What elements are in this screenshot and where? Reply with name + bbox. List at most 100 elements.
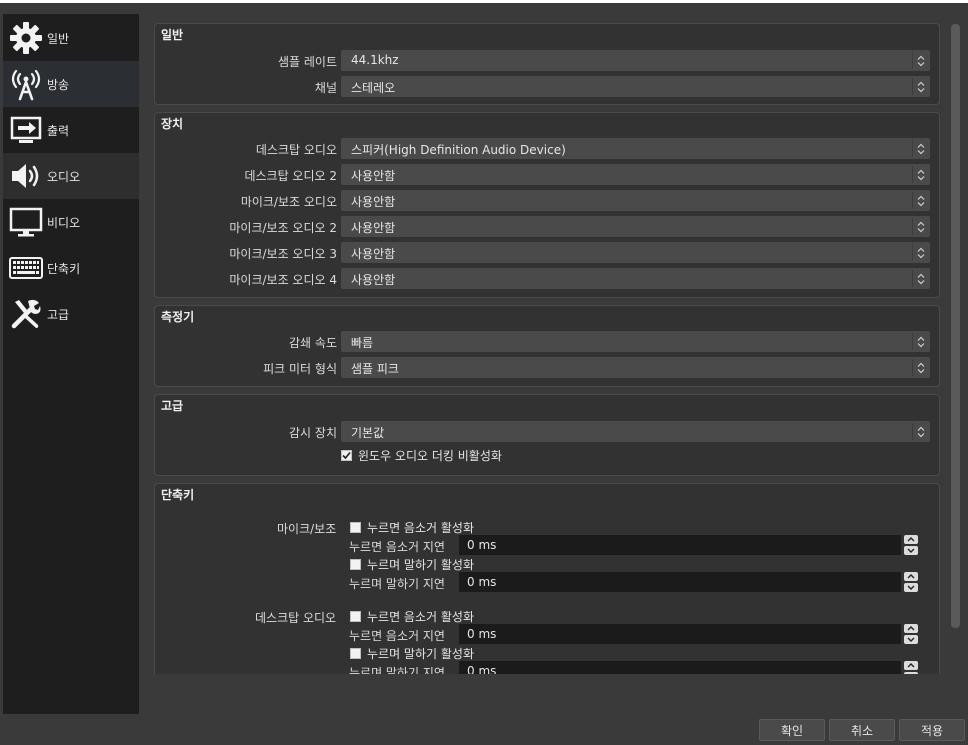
push-to-talk-checkbox-row[interactable]: 누르며 말하기 활성화 bbox=[350, 556, 474, 572]
ok-button[interactable]: 확인 bbox=[759, 719, 825, 741]
spin-down-icon[interactable] bbox=[904, 546, 918, 555]
spin-down-icon[interactable] bbox=[904, 672, 918, 674]
device-value: 스피커(High Definition Audio Device) bbox=[351, 143, 566, 157]
gear-icon bbox=[6, 15, 46, 61]
push-to-mute-label: 누르면 음소거 활성화 bbox=[367, 520, 474, 535]
device-value: 사용안함 bbox=[351, 247, 396, 261]
device-label: 마이크/보조 오디오 4 bbox=[229, 273, 337, 287]
mic-aux-3-select[interactable]: 사용안함 bbox=[341, 242, 930, 263]
updown-arrows-icon bbox=[912, 333, 928, 350]
group-title: 장치 bbox=[161, 117, 184, 131]
ducking-checkbox[interactable] bbox=[341, 449, 352, 461]
push-to-mute-checkbox[interactable] bbox=[350, 521, 361, 533]
monitor-label: 감시 장치 bbox=[289, 426, 337, 440]
push-to-talk-delay-input[interactable]: 0 ms bbox=[459, 661, 901, 674]
push-to-mute-delay-label: 누르면 음소거 지연 bbox=[349, 540, 445, 554]
ducking-label: 윈도우 오디오 더킹 비활성화 bbox=[358, 448, 502, 463]
speaker-icon bbox=[6, 153, 46, 199]
device-label: 마이크/보조 오디오 3 bbox=[229, 247, 337, 261]
monitoring-device-select[interactable]: 기본값 bbox=[341, 421, 930, 442]
spin-buttons[interactable] bbox=[903, 572, 919, 592]
updown-arrows-icon bbox=[912, 166, 928, 183]
sidebar-item-label: 비디오 bbox=[47, 215, 81, 230]
mic-aux-2-select[interactable]: 사용안함 bbox=[341, 216, 930, 237]
scrollbar-thumb[interactable] bbox=[951, 24, 960, 628]
sample-rate-row: 샘플 레이트 44.1khz bbox=[155, 50, 941, 71]
push-to-talk-delay-input[interactable]: 0 ms bbox=[459, 572, 901, 592]
push-to-talk-label: 누르며 말하기 활성화 bbox=[367, 557, 474, 572]
sidebar-item-stream[interactable]: 방송 bbox=[3, 61, 139, 107]
sidebar-item-label: 일반 bbox=[47, 31, 70, 46]
delay-value: 0 ms bbox=[467, 664, 497, 674]
push-to-mute-checkbox[interactable] bbox=[350, 610, 361, 622]
device-label: 데스크탑 오디오 2 bbox=[244, 169, 337, 183]
push-to-talk-checkbox[interactable] bbox=[350, 647, 361, 659]
push-to-talk-delay-row: 누르며 말하기 지연 0 ms bbox=[349, 572, 929, 592]
push-to-mute-delay-input[interactable]: 0 ms bbox=[459, 624, 901, 644]
device-label: 마이크/보조 오디오 bbox=[240, 195, 337, 209]
push-to-talk-checkbox-row[interactable]: 누르며 말하기 활성화 bbox=[350, 645, 474, 661]
delay-value: 0 ms bbox=[467, 538, 497, 552]
group-title: 측정기 bbox=[161, 310, 195, 324]
updown-arrows-icon bbox=[912, 140, 928, 157]
push-to-mute-delay-input[interactable]: 0 ms bbox=[459, 535, 901, 555]
decay-rate-select[interactable]: 빠름 bbox=[341, 331, 930, 352]
channels-select[interactable]: 스테레오 bbox=[341, 76, 930, 97]
device-value: 사용안함 bbox=[351, 221, 396, 235]
apply-button[interactable]: 적용 bbox=[899, 719, 965, 741]
sidebar-item-advanced[interactable]: 고급 bbox=[3, 291, 139, 337]
sample-rate-value: 44.1khz bbox=[351, 53, 399, 67]
push-to-talk-delay-row: 누르며 말하기 지연 0 ms bbox=[349, 661, 929, 674]
spin-up-icon[interactable] bbox=[904, 572, 918, 581]
peak-row: 피크 미터 형식 샘플 피크 bbox=[155, 357, 941, 378]
mic-aux-4-select[interactable]: 사용안함 bbox=[341, 268, 930, 289]
updown-arrows-icon bbox=[912, 192, 928, 209]
push-to-mute-checkbox-row[interactable]: 누르면 음소거 활성화 bbox=[350, 519, 474, 535]
monitor-value: 기본값 bbox=[351, 426, 385, 440]
group-title: 단축키 bbox=[161, 488, 195, 502]
channels-value: 스테레오 bbox=[351, 81, 396, 95]
sidebar-item-label: 오디오 bbox=[47, 169, 81, 184]
device-row: 데스크탑 오디오 2 사용안함 bbox=[155, 164, 941, 185]
sidebar-item-video[interactable]: 비디오 bbox=[3, 199, 139, 245]
mic-aux-select[interactable]: 사용안함 bbox=[341, 190, 930, 211]
decay-row: 감쇄 속도 빠름 bbox=[155, 331, 941, 352]
spin-up-icon[interactable] bbox=[904, 661, 918, 670]
spin-down-icon[interactable] bbox=[904, 635, 918, 644]
push-to-mute-checkbox-row[interactable]: 누르면 음소거 활성화 bbox=[350, 608, 474, 624]
sidebar-item-label: 고급 bbox=[47, 307, 70, 322]
sidebar-item-output[interactable]: 출력 bbox=[3, 107, 139, 153]
channels-row: 채널 스테레오 bbox=[155, 76, 941, 97]
spin-down-icon[interactable] bbox=[904, 583, 918, 592]
broadcast-tower-icon bbox=[6, 61, 46, 107]
push-to-talk-checkbox[interactable] bbox=[350, 558, 361, 570]
peak-meter-type-select[interactable]: 샘플 피크 bbox=[341, 357, 930, 378]
spin-buttons[interactable] bbox=[903, 661, 919, 674]
desktop-audio-2-select[interactable]: 사용안함 bbox=[341, 164, 930, 185]
group-title: 일반 bbox=[161, 28, 184, 42]
spin-up-icon[interactable] bbox=[904, 624, 918, 633]
device-label: 마이크/보조 오디오 2 bbox=[229, 221, 337, 235]
sidebar-item-hotkeys[interactable]: 단축키 bbox=[3, 245, 139, 291]
ducking-checkbox-row[interactable]: 윈도우 오디오 더킹 비활성화 bbox=[341, 447, 502, 463]
updown-arrows-icon bbox=[912, 244, 928, 261]
sample-rate-select[interactable]: 44.1khz bbox=[341, 50, 930, 71]
tools-icon bbox=[6, 291, 46, 337]
sidebar-item-label: 방송 bbox=[47, 77, 70, 92]
updown-arrows-icon bbox=[912, 78, 928, 95]
push-to-mute-label: 누르면 음소거 활성화 bbox=[367, 609, 474, 624]
spin-buttons[interactable] bbox=[903, 535, 919, 555]
device-row: 마이크/보조 오디오 2 사용안함 bbox=[155, 216, 941, 237]
cancel-button[interactable]: 취소 bbox=[829, 719, 895, 741]
meters-group: 측정기 감쇄 속도 빠름 피크 미터 형식 샘플 피크 bbox=[154, 305, 940, 387]
spin-up-icon[interactable] bbox=[904, 535, 918, 544]
sidebar-item-general[interactable]: 일반 bbox=[3, 15, 139, 61]
device-row: 마이크/보조 오디오 사용안함 bbox=[155, 190, 941, 211]
sidebar-item-audio[interactable]: 오디오 bbox=[3, 153, 139, 199]
spin-buttons[interactable] bbox=[903, 624, 919, 644]
push-to-mute-delay-row: 누르면 음소거 지연 0 ms bbox=[349, 624, 929, 644]
device-value: 사용안함 bbox=[351, 195, 396, 209]
content-scrollbar[interactable] bbox=[948, 22, 962, 674]
sidebar-item-label: 출력 bbox=[47, 123, 70, 138]
desktop-audio-select[interactable]: 스피커(High Definition Audio Device) bbox=[341, 138, 930, 159]
